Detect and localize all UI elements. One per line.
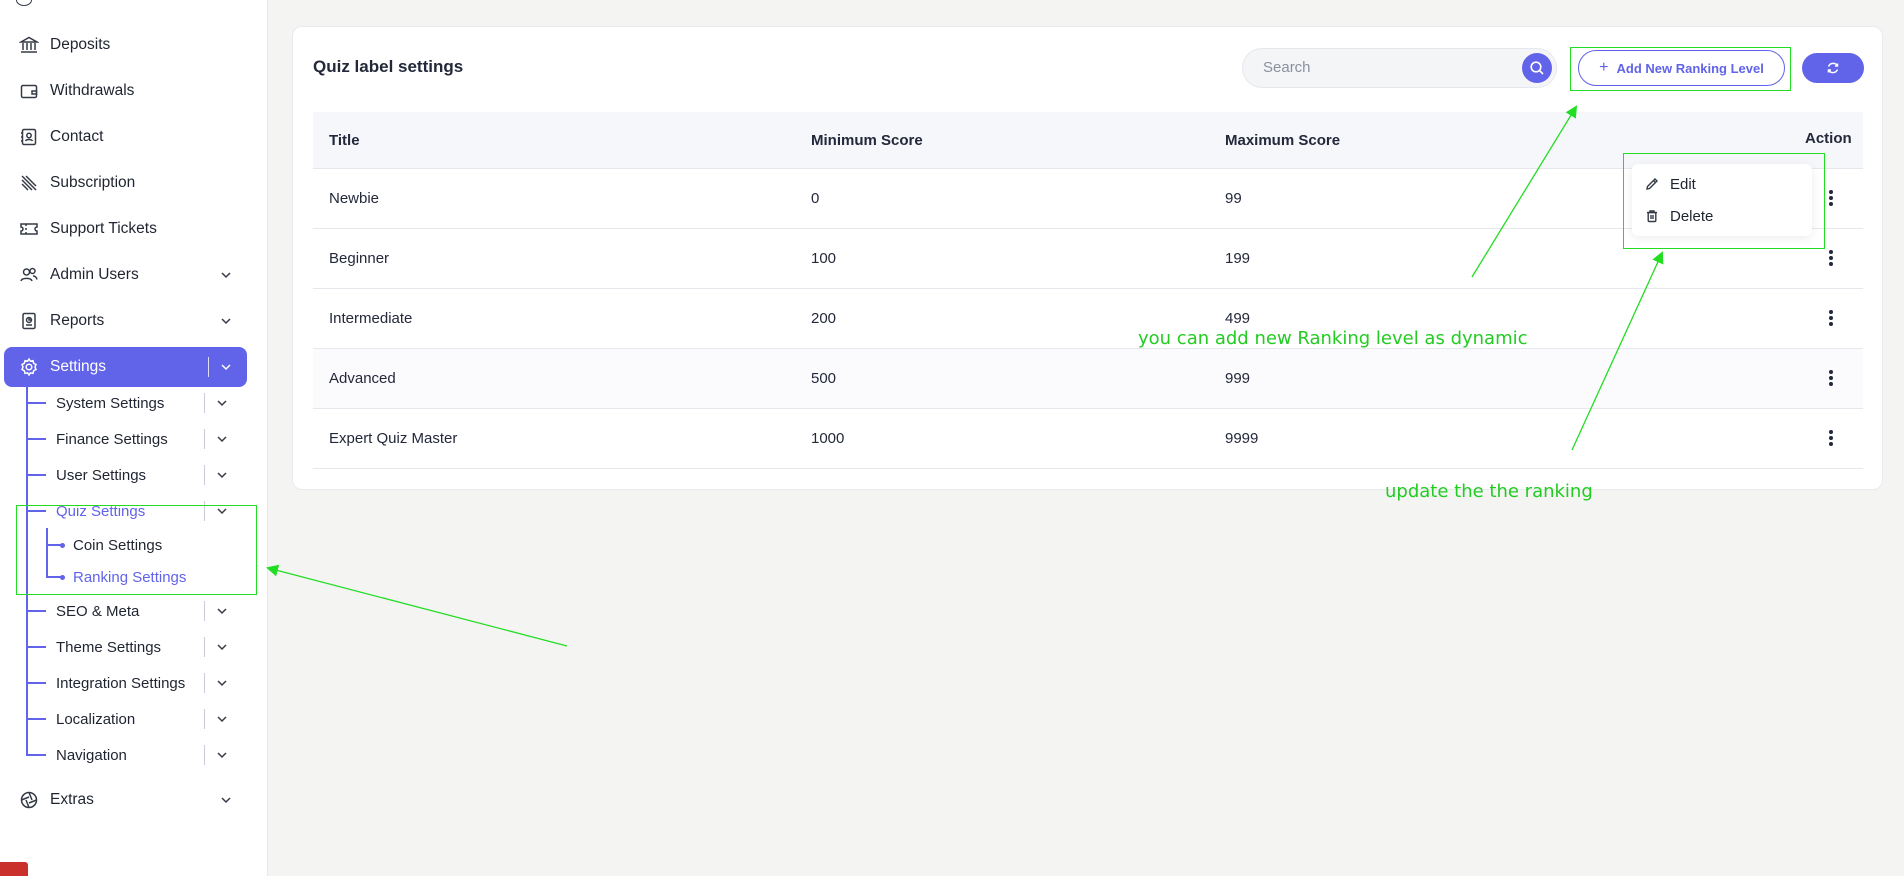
sidebar-item-label: Subscription xyxy=(50,174,136,191)
partial-icon xyxy=(16,0,32,6)
chevron-down-icon xyxy=(217,752,227,759)
sidebar-subitem-label: Integration Settings xyxy=(56,674,186,692)
sidebar-item-reports[interactable]: Reports xyxy=(4,301,247,341)
sidebar-subitem-label: Theme Settings xyxy=(56,638,162,656)
sidebar-subitem-user-settings[interactable]: User Settings xyxy=(26,458,247,492)
sidebar-item-contact[interactable]: Contact xyxy=(4,117,247,157)
cell-max-score: 9999 xyxy=(1225,430,1259,447)
sidebar-subitem-label: Navigation xyxy=(56,746,127,764)
subscription-icon xyxy=(18,172,40,194)
sidebar-item-label: Withdrawals xyxy=(50,82,135,99)
corner-badge xyxy=(0,862,28,876)
wallet-icon xyxy=(18,80,40,102)
sidebar-item-withdrawals[interactable]: Withdrawals xyxy=(4,71,247,111)
sidebar-subitem-label: User Settings xyxy=(56,466,147,484)
row-actions-button[interactable] xyxy=(1822,306,1840,330)
table-row: Advanced 500 999 xyxy=(313,349,1863,409)
chevron-down-icon xyxy=(221,797,231,804)
cell-title: Advanced xyxy=(329,370,396,387)
search-input[interactable] xyxy=(1263,59,1503,76)
search-box xyxy=(1242,48,1557,88)
chevron-down-icon xyxy=(217,436,227,443)
table-row: Intermediate 200 499 xyxy=(313,289,1863,349)
cell-min-score: 200 xyxy=(811,310,837,327)
table-row: Expert Quiz Master 1000 9999 xyxy=(313,409,1863,469)
cell-max-score: 199 xyxy=(1225,250,1251,267)
sidebar-item-label: Reports xyxy=(50,312,105,329)
sidebar-item-admin-users[interactable]: Admin Users xyxy=(4,255,247,295)
reports-icon xyxy=(18,310,40,332)
column-header-min-score: Minimum Score xyxy=(811,132,923,149)
column-header-action: Action xyxy=(1805,130,1852,147)
cell-max-score: 499 xyxy=(1225,310,1251,327)
sidebar-subitem-label: SEO & Meta xyxy=(56,602,140,620)
sidebar-subitem-seo-meta[interactable]: SEO & Meta xyxy=(26,594,247,628)
annotation-add-note: you can add new Ranking level as dynamic xyxy=(1138,328,1528,349)
refresh-button[interactable] xyxy=(1802,53,1864,83)
divider xyxy=(208,357,209,377)
ticket-icon xyxy=(18,218,40,240)
cell-title: Newbie xyxy=(329,190,380,207)
sidebar-subitem-navigation[interactable]: Navigation xyxy=(26,738,247,772)
column-header-max-score: Maximum Score xyxy=(1225,132,1341,149)
refresh-icon xyxy=(1827,62,1839,74)
row-actions-button[interactable] xyxy=(1822,366,1840,390)
cell-min-score: 0 xyxy=(811,190,820,207)
contact-card-icon xyxy=(18,126,40,148)
chevron-down-icon xyxy=(221,364,231,371)
gear-icon xyxy=(18,356,40,378)
chevron-down-icon xyxy=(221,318,231,325)
annotation-box xyxy=(1570,47,1791,91)
cell-max-score: 999 xyxy=(1225,370,1251,387)
sidebar-subitem-integration-settings[interactable]: Integration Settings xyxy=(26,666,247,700)
sidebar-item-settings[interactable]: Settings xyxy=(4,347,247,387)
cell-min-score: 100 xyxy=(811,250,837,267)
chevron-down-icon xyxy=(217,400,227,407)
cell-title: Intermediate xyxy=(329,310,413,327)
sidebar-item-label: Deposits xyxy=(50,36,111,53)
annotation-update-note: update the the ranking xyxy=(1385,481,1593,502)
aperture-icon xyxy=(18,789,40,811)
cell-min-score: 500 xyxy=(811,370,837,387)
chevron-down-icon xyxy=(217,680,227,687)
sidebar-item-subscription[interactable]: Subscription xyxy=(4,163,247,203)
cell-title: Expert Quiz Master xyxy=(329,430,458,447)
sidebar-item-deposits[interactable]: Deposits xyxy=(4,25,247,65)
sidebar-item-support-tickets[interactable]: Support Tickets xyxy=(4,209,247,249)
sidebar: Deposits Withdrawals Contact Subscriptio… xyxy=(0,0,268,876)
sidebar-subitem-label: System Settings xyxy=(56,394,165,412)
sidebar-subitem-theme-settings[interactable]: Theme Settings xyxy=(26,630,247,664)
cell-max-score: 99 xyxy=(1225,190,1242,207)
sidebar-subitem-localization[interactable]: Localization xyxy=(26,702,247,736)
annotation-box xyxy=(1623,153,1825,249)
sidebar-item-extras[interactable]: Extras xyxy=(4,780,247,820)
bank-icon xyxy=(18,34,40,56)
sidebar-item-label: Extras xyxy=(50,791,94,808)
sidebar-item-label: Admin Users xyxy=(50,266,139,283)
chevron-down-icon xyxy=(217,472,227,479)
cell-title: Beginner xyxy=(329,250,390,267)
sidebar-subitem-finance-settings[interactable]: Finance Settings xyxy=(26,422,247,456)
cell-min-score: 1000 xyxy=(811,430,845,447)
search-button[interactable] xyxy=(1522,53,1552,83)
users-icon xyxy=(18,264,40,286)
page-title: Quiz label settings xyxy=(313,57,464,76)
sidebar-subitem-system-settings[interactable]: System Settings xyxy=(26,386,247,420)
chevron-down-icon xyxy=(217,608,227,615)
chevron-down-icon xyxy=(217,644,227,651)
sidebar-item-label: Contact xyxy=(50,128,104,145)
sidebar-item-label: Settings xyxy=(50,358,107,375)
row-actions-button[interactable] xyxy=(1822,426,1840,450)
chevron-down-icon xyxy=(217,716,227,723)
search-icon xyxy=(1530,61,1544,75)
chevron-down-icon xyxy=(221,272,231,279)
sidebar-subitem-label: Localization xyxy=(56,710,136,728)
annotation-box xyxy=(16,505,257,595)
row-actions-button[interactable] xyxy=(1822,246,1840,270)
column-header-title: Title xyxy=(329,132,360,149)
sidebar-subitem-label: Finance Settings xyxy=(56,430,168,448)
sidebar-item-label: Support Tickets xyxy=(50,220,157,237)
